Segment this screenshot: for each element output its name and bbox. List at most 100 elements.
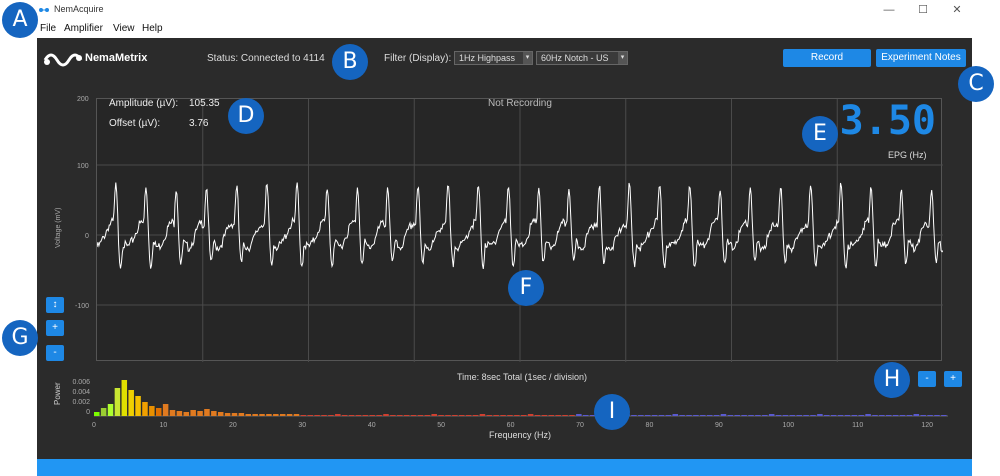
spectrum-bar xyxy=(644,415,651,416)
chevron-down-icon: ▾ xyxy=(523,52,532,64)
spectrum-bar xyxy=(562,415,568,416)
spectrum-bar xyxy=(686,415,692,416)
spectrum-bar xyxy=(259,414,265,416)
y-axis-label: Voltage (mV) xyxy=(55,207,62,248)
menu-view[interactable]: View xyxy=(113,23,135,34)
x-tick-label: 0 xyxy=(92,422,96,429)
window-title: NemAcquire xyxy=(54,4,104,14)
spectrum-bar xyxy=(886,415,892,416)
zoom-out-vertical-button[interactable]: - xyxy=(46,345,64,361)
spectrum-bar xyxy=(369,415,375,416)
spectrum-bar xyxy=(507,415,513,416)
maximize-button[interactable]: ☐ xyxy=(914,2,932,18)
spectrum-bar xyxy=(934,415,940,416)
spectrum-bar xyxy=(341,415,348,416)
spectrum-bar xyxy=(217,412,224,416)
x-tick-label: 70 xyxy=(576,422,584,429)
x-tick-label: 50 xyxy=(437,422,445,429)
spectrum-bar xyxy=(768,414,775,416)
spectrum-bar xyxy=(142,402,148,416)
spectrum-bar xyxy=(121,380,128,416)
highpass-filter-select[interactable]: 1Hz Highpass ▾ xyxy=(454,51,533,65)
spectrum-bar xyxy=(149,406,155,416)
spectrum-bar xyxy=(231,413,238,416)
spectrum-bar xyxy=(176,411,183,416)
spectrum-bar xyxy=(830,415,837,416)
spectrum-bar xyxy=(913,414,920,416)
spectrum-bar xyxy=(114,388,121,416)
spectrum-bar xyxy=(273,414,279,416)
spectrum-bar xyxy=(706,415,713,416)
x-tick-label: 40 xyxy=(368,422,376,429)
power-spectrum: 0 10 20 30 40 50 60 70 80 90 100 110 120 0.006 0.004 0.… xyxy=(72,379,948,429)
annotation-badge: B xyxy=(332,44,368,80)
recording-state: Not Recording xyxy=(488,98,552,109)
zoom-in-vertical-button[interactable]: + xyxy=(46,320,64,336)
spectrum-bar xyxy=(135,396,141,416)
menu-file[interactable]: File xyxy=(40,23,56,34)
spectrum-bar xyxy=(245,414,252,416)
menu-amplifier[interactable]: Amplifier xyxy=(64,23,103,34)
status-bar xyxy=(37,459,972,476)
menu-bar: File Amplifier View Help xyxy=(0,20,1000,38)
spectrum-bar xyxy=(693,415,699,416)
spectrum-bar xyxy=(817,414,823,416)
app-icon xyxy=(39,8,49,12)
experiment-notes-button[interactable]: Experiment Notes xyxy=(876,49,966,67)
spectrum-bar xyxy=(858,415,864,416)
spectrum-bar xyxy=(775,415,782,416)
spectrum-bar xyxy=(555,415,561,416)
spectrum-bar xyxy=(748,415,754,416)
spectrum-bar xyxy=(638,415,644,416)
spectrum-bar xyxy=(631,415,637,416)
spectrum-bar xyxy=(238,413,245,416)
spectrum-bar xyxy=(569,415,575,416)
spectrum-bar xyxy=(300,415,307,416)
spectrum-bar xyxy=(472,415,479,416)
x-tick-label: 10 xyxy=(160,422,168,429)
main-panel: NemaMetrix Status: Connected to 4114 Fil… xyxy=(37,38,972,460)
fit-vertical-button[interactable]: ↕ xyxy=(46,297,64,313)
spectrum-bar xyxy=(465,415,472,416)
spectrum-bar xyxy=(879,415,885,416)
spectrum-bar xyxy=(128,390,134,416)
y-tick-label: 0 xyxy=(85,233,89,240)
spectrum-bar xyxy=(211,411,217,416)
spectrum-bar xyxy=(307,415,313,416)
spectrum-bar xyxy=(321,415,327,416)
spectrum-bar xyxy=(438,415,444,416)
record-button[interactable]: Record xyxy=(783,49,871,67)
spectrum-bar xyxy=(865,414,871,416)
spectrum-bar xyxy=(810,415,816,416)
app-window: { "window": { "title": "NemAcquire", "mi… xyxy=(0,0,1000,476)
spectrum-bar xyxy=(851,415,858,416)
chevron-down-icon: ▾ xyxy=(618,52,627,64)
close-button[interactable]: ✕ xyxy=(948,2,966,18)
x-tick-label: 80 xyxy=(646,422,654,429)
spectrum-bar xyxy=(534,415,541,416)
spectrum-bar xyxy=(107,404,114,416)
spectrum-bar xyxy=(514,415,520,416)
menu-help[interactable]: Help xyxy=(142,23,163,34)
spectrum-bar xyxy=(459,415,465,416)
spectrum-bar xyxy=(376,415,382,416)
annotation-badge: E xyxy=(802,116,838,152)
y-tick-label: 0.004 xyxy=(72,389,90,396)
x-tick-label: 60 xyxy=(507,422,515,429)
title-bar: NemAcquire — ☐ ✕ xyxy=(0,0,1000,20)
offset-value: 3.76 xyxy=(189,118,209,129)
connection-status: Status: Connected to 4114 xyxy=(207,53,325,64)
amplitude-label: Amplitude (µV): xyxy=(109,98,179,109)
logo-text: NemaMetrix xyxy=(85,52,148,64)
minimize-button[interactable]: — xyxy=(880,2,898,18)
spectrum-bar xyxy=(335,414,341,416)
spectrum-bar xyxy=(355,415,362,416)
spectrum-bar xyxy=(665,415,672,416)
spectrum-bar xyxy=(734,415,740,416)
spectrum-bar xyxy=(582,415,589,416)
spectrum-bar xyxy=(796,415,802,416)
spectrum-bar xyxy=(899,415,906,416)
notch-filter-select[interactable]: 60Hz Notch - US ▾ xyxy=(536,51,628,65)
annotation-badge: D xyxy=(228,98,264,134)
frequency-axis-label: Frequency (Hz) xyxy=(489,430,552,440)
